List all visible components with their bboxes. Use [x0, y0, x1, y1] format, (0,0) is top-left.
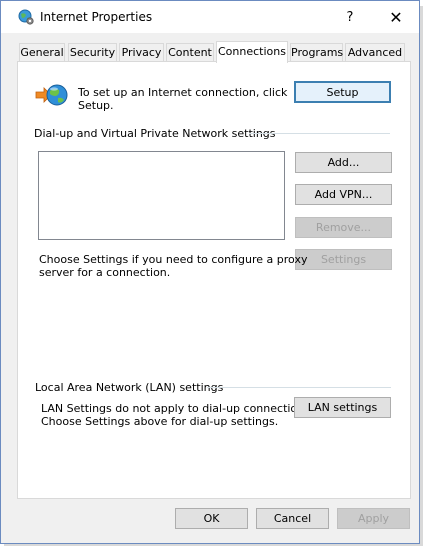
- lan-group-label: Local Area Network (LAN) settings: [35, 381, 224, 394]
- lan-group-divider: [207, 387, 391, 388]
- tab-programs[interactable]: Programs: [290, 43, 343, 61]
- tab-security[interactable]: Security: [68, 43, 117, 61]
- proxy-hint-line1: Choose Settings if you need to configure…: [39, 253, 308, 266]
- proxy-hint-line2: server for a connection.: [39, 266, 171, 279]
- tab-content[interactable]: Content: [166, 43, 214, 61]
- add-button[interactable]: Add...: [295, 152, 392, 173]
- tab-general[interactable]: General: [19, 43, 65, 61]
- tab-advanced[interactable]: Advanced: [345, 43, 405, 61]
- tab-privacy[interactable]: Privacy: [119, 43, 164, 61]
- settings-button[interactable]: Settings: [295, 249, 392, 270]
- lan-description-line1: LAN Settings do not apply to dial-up con…: [41, 402, 314, 415]
- remove-button[interactable]: Remove...: [295, 217, 392, 238]
- setup-button[interactable]: Setup: [294, 81, 391, 103]
- tab-connections[interactable]: Connections: [216, 41, 288, 63]
- help-button[interactable]: ?: [327, 1, 373, 33]
- connections-panel: To set up an Internet connection, click …: [17, 61, 411, 499]
- apply-button[interactable]: Apply: [337, 508, 410, 529]
- close-button[interactable]: ✕: [373, 1, 419, 33]
- globe-settings-icon: [18, 9, 34, 25]
- lan-settings-button[interactable]: LAN settings: [294, 397, 391, 418]
- dialup-group-divider: [249, 133, 390, 134]
- setup-description-line1: To set up an Internet connection, click: [78, 86, 288, 99]
- lan-description-line2: Choose Settings above for dial-up settin…: [41, 415, 279, 428]
- dialup-group-label: Dial-up and Virtual Private Network sett…: [34, 127, 276, 140]
- add-vpn-button[interactable]: Add VPN...: [295, 184, 392, 205]
- connections-list[interactable]: [38, 151, 285, 240]
- ok-button[interactable]: OK: [175, 508, 248, 529]
- window-title: Internet Properties: [40, 10, 153, 24]
- title-bar[interactable]: Internet Properties ? ✕: [1, 1, 419, 33]
- globe-network-icon: [34, 82, 68, 110]
- setup-description-line2: Setup.: [78, 99, 114, 112]
- cancel-button[interactable]: Cancel: [256, 508, 329, 529]
- internet-properties-dialog: Internet Properties ? ✕ General Security…: [0, 0, 420, 544]
